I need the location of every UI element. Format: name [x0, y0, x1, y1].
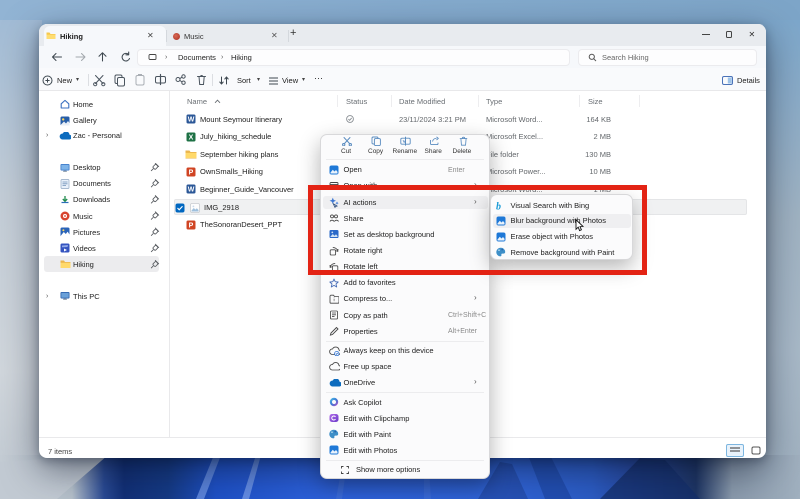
svg-text:P: P [189, 222, 194, 229]
svg-text:P: P [189, 169, 194, 176]
svg-text:W: W [188, 187, 195, 194]
svg-text:X: X [189, 134, 194, 141]
svg-text:W: W [188, 117, 195, 124]
